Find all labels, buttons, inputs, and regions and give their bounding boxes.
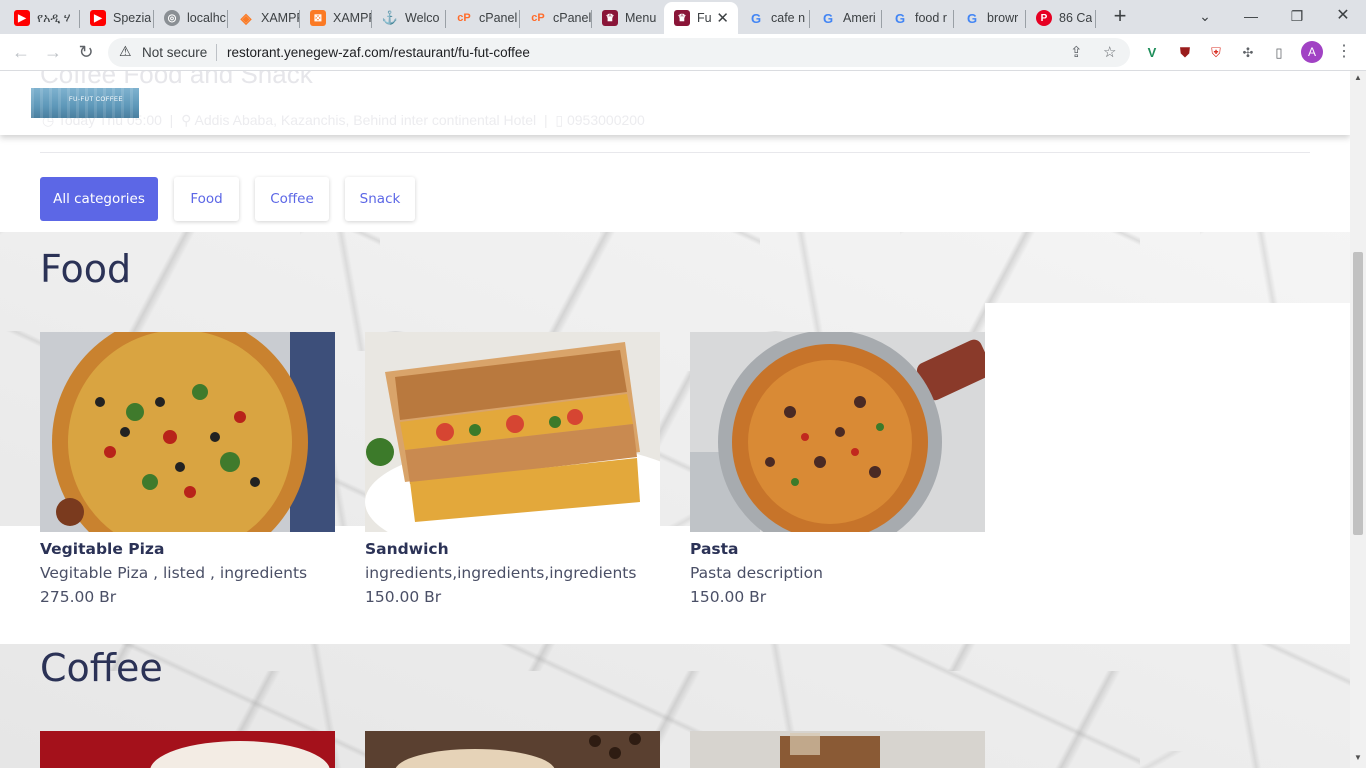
browser-tab[interactable]: ◈ XAMPP: [228, 2, 300, 34]
page-viewport: Coffee Food and Snack ◷ Today Thu 05:00 …: [0, 71, 1350, 768]
google-icon: G: [966, 10, 978, 26]
browser-tab-strip: ▶ የአዲ ሃ ▶ Spezia ◎ localhc ◈ XAMPP ⊠ XAM…: [0, 0, 1366, 34]
vue-devtools-icon[interactable]: V: [1142, 43, 1162, 63]
pinterest-icon: P: [1036, 10, 1052, 26]
browser-tab[interactable]: ▶ Spezia: [80, 2, 154, 34]
google-icon: G: [822, 10, 834, 26]
minimize-button[interactable]: —: [1237, 4, 1265, 28]
category-food-button[interactable]: Food: [174, 177, 239, 221]
menu-item-name[interactable]: Sandwich: [365, 540, 449, 558]
browser-tab[interactable]: cP cPanel: [520, 2, 592, 34]
close-tab-icon[interactable]: ✕: [716, 9, 729, 27]
bookmark-star-icon[interactable]: ☆: [1103, 43, 1116, 61]
browser-tab[interactable]: ⚓ Welco: [372, 2, 446, 34]
xampp-icon: ⊠: [310, 10, 326, 26]
menu-item-image[interactable]: [40, 332, 335, 532]
cpanel-icon: cP: [531, 12, 545, 24]
globe-icon: ◎: [164, 10, 180, 26]
xampp-icon: ◈: [240, 9, 252, 26]
page-scrollbar[interactable]: ▲ ▼: [1350, 71, 1366, 768]
restaurant-address: Addis Ababa, Kazanchis, Behind inter con…: [194, 112, 537, 128]
security-label[interactable]: Not secure: [142, 45, 207, 60]
browser-tab[interactable]: P 86 Ca: [1026, 2, 1096, 34]
divider: [40, 152, 1310, 153]
menu-item-image[interactable]: [40, 731, 335, 768]
menu-item-price: 150.00 Br: [690, 588, 767, 606]
browser-tab[interactable]: ⊠ XAMPP: [300, 2, 372, 34]
browser-tab[interactable]: G browr: [954, 2, 1026, 34]
password-manager-icon[interactable]: ⛨: [1206, 43, 1226, 63]
browser-tab-active[interactable]: ♛ Fu ✕: [664, 2, 738, 34]
menu-item-image[interactable]: [365, 332, 660, 532]
menu-item-price: 275.00 Br: [40, 588, 117, 606]
restaurant-logo[interactable]: FU-FUT COFFEE: [31, 88, 139, 118]
ublock-icon[interactable]: ⛊: [1175, 43, 1195, 63]
warning-icon: ⚠: [119, 43, 132, 59]
browser-tab[interactable]: G Ameri: [810, 2, 882, 34]
reload-icon[interactable]: ↻: [74, 41, 98, 65]
new-tab-button[interactable]: +: [1109, 5, 1131, 28]
browser-menu-icon[interactable]: ⋮: [1336, 41, 1352, 61]
browser-tab[interactable]: ▶ የአዲ ሃ: [4, 2, 80, 34]
menu-item-name[interactable]: Pasta: [690, 540, 739, 558]
restaurant-icon: ♛: [674, 10, 690, 26]
profile-avatar[interactable]: A: [1301, 41, 1323, 63]
menu-item-image[interactable]: [365, 731, 660, 768]
restaurant-phone: 0953000200: [566, 112, 645, 128]
close-window-button[interactable]: ✕: [1329, 4, 1357, 28]
restore-button[interactable]: ❐: [1283, 4, 1311, 28]
scroll-up-arrow-icon[interactable]: ▲: [1354, 73, 1362, 82]
youtube-icon: ▶: [14, 10, 30, 26]
menu-item-price: 150.00 Br: [365, 588, 442, 606]
sticky-header: Coffee Food and Snack ◷ Today Thu 05:00 …: [0, 71, 1350, 135]
share-icon[interactable]: ⇪: [1070, 43, 1083, 61]
address-bar[interactable]: ⚠ Not secure restorant.yenegew-zaf.com/r…: [108, 38, 1130, 67]
menu-item-description: Pasta description: [690, 564, 823, 582]
category-all-button[interactable]: All categories: [40, 177, 158, 221]
phpmyadmin-icon: ⚓: [381, 10, 399, 25]
browser-tab[interactable]: G cafe n: [738, 2, 810, 34]
extensions-puzzle-icon[interactable]: ✣: [1238, 43, 1258, 63]
scroll-down-arrow-icon[interactable]: ▼: [1354, 753, 1362, 762]
menu-item-image[interactable]: [690, 731, 985, 768]
browser-tab[interactable]: ◎ localhc: [154, 2, 228, 34]
restaurant-icon: ♛: [602, 10, 618, 26]
section-title-coffee: Coffee: [40, 646, 163, 690]
category-coffee-button[interactable]: Coffee: [255, 177, 329, 221]
section-title-food: Food: [40, 247, 132, 291]
scrollbar-thumb[interactable]: [1353, 252, 1363, 535]
menu-item-image[interactable]: [690, 332, 985, 532]
google-icon: G: [750, 10, 762, 26]
browser-tab[interactable]: ♛ Menu: [592, 2, 664, 34]
menu-item-description: ingredients,ingredients,ingredients: [365, 564, 637, 582]
youtube-icon: ▶: [90, 10, 106, 26]
tab-search-icon[interactable]: ⌄: [1191, 4, 1219, 28]
url-text[interactable]: restorant.yenegew-zaf.com/restaurant/fu-…: [227, 45, 530, 60]
forward-icon[interactable]: →: [41, 41, 65, 65]
side-panel-icon[interactable]: ▯: [1269, 43, 1289, 63]
menu-item-name[interactable]: Vegitable Piza: [40, 540, 164, 558]
back-icon[interactable]: ←: [9, 41, 33, 65]
google-icon: G: [894, 10, 906, 26]
category-snack-button[interactable]: Snack: [345, 177, 415, 221]
menu-item-description: Vegitable Piza , listed , ingredients: [40, 564, 308, 582]
browser-tab[interactable]: cP cPanel: [446, 2, 520, 34]
phone-icon: ▯: [555, 112, 564, 128]
location-pin-icon: ⚲: [181, 112, 192, 128]
browser-tab[interactable]: G food r: [882, 2, 954, 34]
cpanel-icon: cP: [457, 12, 471, 24]
